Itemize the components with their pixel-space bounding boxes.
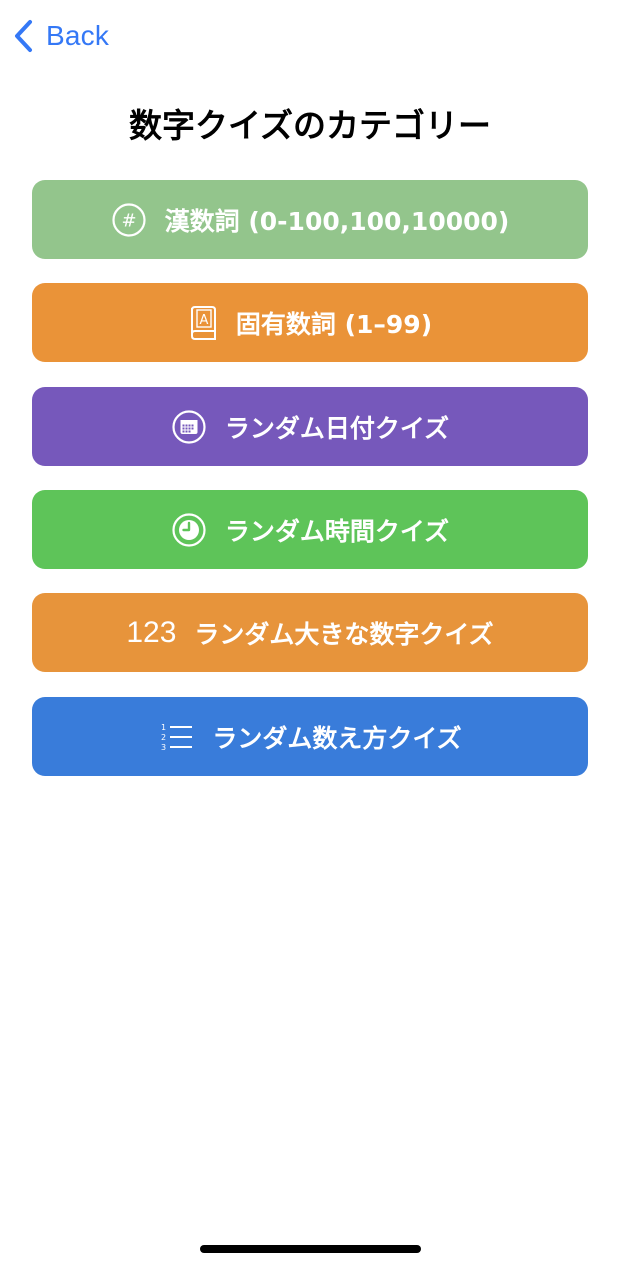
- category-button-random-date[interactable]: ランダム日付クイズ: [32, 387, 588, 466]
- svg-text:A: A: [199, 313, 208, 328]
- category-label: 漢数詞 (0-100,100,10000): [164, 206, 510, 236]
- back-button[interactable]: Back: [10, 16, 109, 56]
- svg-text:1: 1: [161, 723, 166, 732]
- svg-text:2: 2: [161, 733, 166, 742]
- chevron-left-icon: [15, 20, 32, 52]
- category-label: ランダム数え方クイズ: [212, 723, 462, 753]
- page-title: 数字クイズのカテゴリー: [128, 106, 491, 145]
- svg-text:3: 3: [161, 743, 166, 752]
- numbered-list-icon: 1 2 3: [158, 721, 194, 753]
- category-button-native-numbers[interactable]: A 固有数詞 (1–99): [32, 283, 588, 362]
- clock-circle-icon: [171, 512, 207, 548]
- category-button-random-large-numbers[interactable]: 123 ランダム大きな数字クイズ: [32, 593, 588, 672]
- home-indicator[interactable]: [200, 1245, 421, 1253]
- category-label: ランダム日付クイズ: [224, 413, 450, 443]
- category-button-kanji-numbers[interactable]: # 漢数詞 (0-100,100,10000): [32, 180, 588, 259]
- calendar-circle-icon: [171, 409, 207, 445]
- svg-text:#: #: [121, 210, 136, 231]
- back-button-label: Back: [46, 20, 110, 51]
- category-label: ランダム時間クイズ: [224, 516, 450, 546]
- category-button-random-time[interactable]: ランダム時間クイズ: [32, 490, 588, 569]
- hashtag-circle-icon: #: [111, 202, 147, 238]
- book-icon: A: [188, 304, 218, 342]
- category-label: 固有数詞 (1–99): [235, 309, 433, 339]
- category-button-random-counters[interactable]: 1 2 3 ランダム数え方クイズ: [32, 697, 588, 776]
- category-label: ランダム大きな数字クイズ: [194, 619, 494, 649]
- numbers-icon: 123: [126, 615, 177, 649]
